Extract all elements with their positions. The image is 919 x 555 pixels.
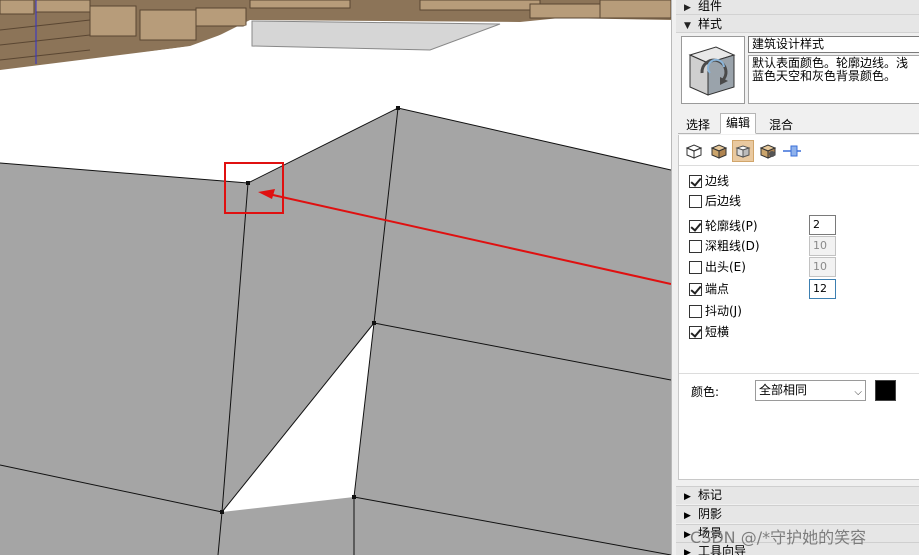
default-tray-panel: ▶ 组件 ▼ 样式 建筑设计样式 默认表面颜色。轮廓边线。浅蓝色天空和灰色背景颜色。… (671, 0, 919, 555)
profiles-label: 轮廓线(P) (705, 219, 758, 233)
extension-input[interactable]: 10 (809, 257, 836, 277)
color-mode-select[interactable]: 全部相同 ⌵ (755, 380, 866, 401)
tab-edit[interactable]: 编辑 (720, 113, 757, 134)
back-edges-option[interactable]: 后边线 (689, 193, 741, 209)
tray-header-components[interactable]: ▶ 组件 (676, 0, 919, 15)
expand-arrow-icon: ▶ (684, 511, 691, 521)
jitter-checkbox[interactable] (689, 304, 702, 318)
tray-header-styles[interactable]: ▼ 样式 (676, 15, 919, 33)
extension-checkbox[interactable] (689, 260, 702, 274)
depth-cue-label: 深粗线(D) (705, 239, 760, 253)
modeling-settings-icon[interactable] (781, 140, 803, 162)
endpoints-label: 端点 (705, 282, 730, 296)
endpoints-length-input[interactable]: 12 (809, 279, 836, 299)
edges-label: 边线 (705, 174, 730, 188)
edges-checkbox[interactable] (689, 174, 702, 188)
edge-settings-area: 边线 后边线 轮廓线(P) 2 深粗线(D) 10 出头(E) 10 端点 12… (678, 135, 919, 480)
divider (679, 373, 919, 374)
jitter-label: 抖动(J) (705, 304, 742, 318)
wall-left-face (0, 163, 248, 512)
style-tabs: 选择 编辑 混合 (678, 113, 919, 134)
style-name-field[interactable]: 建筑设计样式 (748, 36, 919, 53)
tray-label-styles: 样式 (698, 17, 723, 31)
depth-cue-input[interactable]: 10 (809, 236, 836, 256)
depth-cue-checkbox[interactable] (689, 239, 702, 253)
face-settings-icon[interactable] (708, 140, 730, 162)
edge-settings-icon[interactable] (683, 140, 705, 162)
short-dash-option[interactable]: 短横 (689, 324, 729, 340)
edge-color-swatch[interactable] (875, 380, 896, 401)
watermark-settings-icon[interactable] (757, 140, 779, 162)
color-mode-value: 全部相同 (759, 383, 808, 397)
style-description-field[interactable]: 默认表面颜色。轮廓边线。浅蓝色天空和灰色背景颜色。 (748, 55, 919, 104)
chevron-down-icon: ⌵ (854, 387, 862, 398)
background-settings-icon[interactable] (732, 140, 754, 162)
tab-mix[interactable]: 混合 (763, 115, 799, 134)
profiles-option[interactable]: 轮廓线(P) (689, 218, 758, 234)
edges-option[interactable]: 边线 (689, 173, 729, 189)
short-dash-label: 短横 (705, 325, 730, 339)
expand-arrow-icon: ▶ (684, 492, 691, 502)
back-edges-checkbox[interactable] (689, 194, 702, 208)
collapse-arrow-icon: ▼ (684, 21, 691, 31)
endpoints-checkbox[interactable] (689, 282, 702, 296)
tray-header-shadows[interactable]: ▶ 阴影 (676, 505, 919, 523)
depth-cue-option[interactable]: 深粗线(D) (689, 238, 760, 254)
wall-right-face (354, 108, 671, 555)
tab-select[interactable]: 选择 (680, 115, 716, 134)
short-dash-checkbox[interactable] (689, 325, 702, 339)
back-edges-label: 后边线 (705, 194, 742, 208)
viewport-canvas[interactable] (0, 0, 671, 555)
extension-option[interactable]: 出头(E) (689, 259, 746, 275)
tray-header-tags[interactable]: ▶ 标记 (676, 486, 919, 504)
divider (679, 165, 919, 166)
endpoints-option[interactable]: 端点 (689, 281, 729, 297)
extension-label: 出头(E) (705, 260, 746, 274)
model-viewport[interactable] (0, 0, 671, 555)
tray-label-tags: 标记 (698, 488, 723, 502)
jitter-option[interactable]: 抖动(J) (689, 303, 742, 319)
profiles-checkbox[interactable] (689, 219, 702, 233)
profiles-width-input[interactable]: 2 (809, 215, 836, 235)
watermark-text: CSDN @/*守护她的笑容 (690, 528, 867, 547)
tray-label-shadows: 阴影 (698, 507, 723, 521)
tray-label-components: 组件 (698, 0, 723, 13)
roof-opening (251, 20, 501, 51)
style-preview-thumbnail[interactable] (681, 36, 745, 104)
color-label: 颜色: (691, 385, 720, 399)
